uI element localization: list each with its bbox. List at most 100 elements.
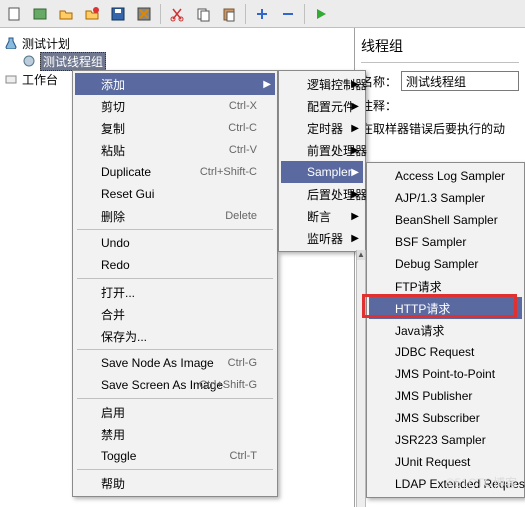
sampler-submenu-item[interactable]: Access Log Sampler xyxy=(369,165,522,187)
context-menu-item[interactable]: Redo xyxy=(75,254,275,276)
sampler-submenu-item[interactable]: JUnit Request xyxy=(369,451,522,473)
sampler-submenu-item[interactable]: JMS Publisher xyxy=(369,385,522,407)
context-menu-item[interactable]: 剪切Ctrl-X xyxy=(75,95,275,117)
comment-label: 注释： xyxy=(361,97,397,114)
menu-item-label: JMS Publisher xyxy=(395,389,472,403)
sampler-submenu-item[interactable]: JSR223 Sampler xyxy=(369,429,522,451)
add-submenu-item[interactable]: 逻辑控制器▶ xyxy=(281,73,363,95)
cut-icon[interactable] xyxy=(165,2,189,26)
sampler-submenu-item[interactable]: JDBC Request xyxy=(369,341,522,363)
tree-label: 测试计划 xyxy=(22,35,70,52)
submenu-arrow-icon: ▶ xyxy=(351,123,359,134)
menu-item-label: 复制 xyxy=(101,120,125,137)
context-menu-item[interactable]: 合并 xyxy=(75,303,275,325)
save-all-icon[interactable] xyxy=(132,2,156,26)
sampler-submenu-item[interactable]: Java请求 xyxy=(369,319,522,341)
menu-shortcut: Ctrl+Shift-G xyxy=(199,379,257,391)
menu-shortcut: Ctrl+Shift-C xyxy=(200,166,257,178)
menu-shortcut: Ctrl-T xyxy=(230,450,258,462)
context-menu-item[interactable]: 禁用 xyxy=(75,423,275,445)
close-icon[interactable] xyxy=(80,2,104,26)
submenu-sampler: Access Log Sampler AJP/1.3 Sampler BeanShe… xyxy=(366,162,525,498)
menu-shortcut: Ctrl-V xyxy=(229,144,257,156)
menu-item-label: 添加 xyxy=(101,76,125,93)
menu-shortcut: Ctrl-G xyxy=(228,357,257,369)
expand-icon[interactable] xyxy=(250,2,274,26)
templates-icon[interactable] xyxy=(28,2,52,26)
context-menu-item[interactable]: 保存为... xyxy=(75,325,275,347)
add-submenu-item[interactable]: Sampler▶ xyxy=(281,161,363,183)
run-icon[interactable] xyxy=(309,2,333,26)
context-menu-item[interactable]: Reset Gui xyxy=(75,183,275,205)
sampler-submenu-item[interactable]: BSF Sampler xyxy=(369,231,522,253)
menu-divider xyxy=(77,469,273,470)
menu-shortcut: Delete xyxy=(225,210,257,222)
menu-item-label: JSR223 Sampler xyxy=(395,433,486,447)
workbench-icon xyxy=(4,72,18,86)
sampler-submenu-item[interactable]: Debug Sampler xyxy=(369,253,522,275)
context-menu-item[interactable]: 帮助 xyxy=(75,472,275,494)
submenu-arrow-icon: ▶ xyxy=(351,145,359,156)
context-menu-item[interactable]: 删除 Delete xyxy=(75,205,275,227)
save-icon[interactable] xyxy=(106,2,130,26)
scrollbar[interactable]: ▲ xyxy=(356,250,366,507)
menu-item-label: Save Node As Image xyxy=(101,356,214,370)
menu-item-label: BeanShell Sampler xyxy=(395,213,498,227)
submenu-arrow-icon: ▶ xyxy=(351,189,359,200)
submenu-arrow-icon: ▶ xyxy=(351,101,359,112)
menu-item-label: Sampler xyxy=(307,165,352,179)
error-action-label: 在取样器错误后要执行的动 xyxy=(361,120,505,137)
context-menu-item[interactable]: Undo xyxy=(75,232,275,254)
name-input[interactable] xyxy=(401,71,519,91)
open-icon[interactable] xyxy=(54,2,78,26)
context-menu-main: 添加▶剪切Ctrl-X复制Ctrl-C 粘贴 Ctrl-V DuplicateCtrl… xyxy=(72,70,278,497)
context-menu-item[interactable]: 复制Ctrl-C xyxy=(75,117,275,139)
context-menu-item[interactable]: DuplicateCtrl+Shift-C xyxy=(75,161,275,183)
sampler-submenu-item[interactable]: JMS Subscriber xyxy=(369,407,522,429)
context-menu-item[interactable]: Save Node As Image Ctrl-G xyxy=(75,352,275,374)
new-file-icon[interactable] xyxy=(2,2,26,26)
menu-item-label: 断言 xyxy=(307,208,331,225)
menu-item-label: Redo xyxy=(101,258,130,272)
paste-icon[interactable] xyxy=(217,2,241,26)
menu-item-label: JMS Point-to-Point xyxy=(395,367,495,381)
submenu-add: 逻辑控制器▶配置元件▶定时器▶前置处理器▶Sampler▶后置处理器▶断言▶监听… xyxy=(278,70,366,252)
menu-divider xyxy=(77,278,273,279)
menu-item-label: 删除 xyxy=(101,208,125,225)
add-submenu-item[interactable]: 定时器▶ xyxy=(281,117,363,139)
add-submenu-item[interactable]: 前置处理器▶ xyxy=(281,139,363,161)
context-menu-item[interactable]: 添加▶ xyxy=(75,73,275,95)
sampler-submenu-item[interactable]: LDAP Extended Request xyxy=(369,473,522,495)
add-submenu-item[interactable]: 配置元件▶ xyxy=(281,95,363,117)
context-menu-item[interactable]: 粘贴 Ctrl-V xyxy=(75,139,275,161)
menu-item-label: 禁用 xyxy=(101,426,125,443)
menu-item-label: JUnit Request xyxy=(395,455,470,469)
sampler-submenu-item[interactable]: HTTP请求 xyxy=(369,297,522,319)
menu-item-label: FTP请求 xyxy=(395,278,442,295)
context-menu-item[interactable]: Save Screen As ImageCtrl+Shift-G xyxy=(75,374,275,396)
menu-item-label: 打开... xyxy=(101,284,135,301)
menu-item-label: Debug Sampler xyxy=(395,257,478,271)
menu-item-label: 合并 xyxy=(101,306,125,323)
tree-node-thread-group[interactable]: 测试线程组 xyxy=(4,52,350,70)
context-menu-item[interactable]: 打开... xyxy=(75,281,275,303)
menu-item-label: LDAP Extended Request xyxy=(395,477,525,491)
sampler-submenu-item[interactable]: JMS Point-to-Point xyxy=(369,363,522,385)
context-menu-item[interactable]: 启用 xyxy=(75,401,275,423)
scroll-up-icon[interactable]: ▲ xyxy=(357,250,365,260)
sampler-submenu-item[interactable]: FTP请求 xyxy=(369,275,522,297)
add-submenu-item[interactable]: 监听器▶ xyxy=(281,227,363,249)
add-submenu-item[interactable]: 断言▶ xyxy=(281,205,363,227)
tree-node-test-plan[interactable]: 测试计划 xyxy=(4,34,350,52)
context-menu-item[interactable]: ToggleCtrl-T xyxy=(75,445,275,467)
panel-title: 线程组 xyxy=(361,36,519,63)
sampler-submenu-item[interactable]: AJP/1.3 Sampler xyxy=(369,187,522,209)
add-submenu-item[interactable]: 后置处理器▶ xyxy=(281,183,363,205)
sampler-submenu-item[interactable]: BeanShell Sampler xyxy=(369,209,522,231)
menu-item-label: 配置元件 xyxy=(307,98,355,115)
menu-item-label: 粘贴 xyxy=(101,142,125,159)
copy-icon[interactable] xyxy=(191,2,215,26)
collapse-icon[interactable] xyxy=(276,2,300,26)
toolbar-separator xyxy=(304,4,305,24)
menu-item-label: AJP/1.3 Sampler xyxy=(395,191,485,205)
